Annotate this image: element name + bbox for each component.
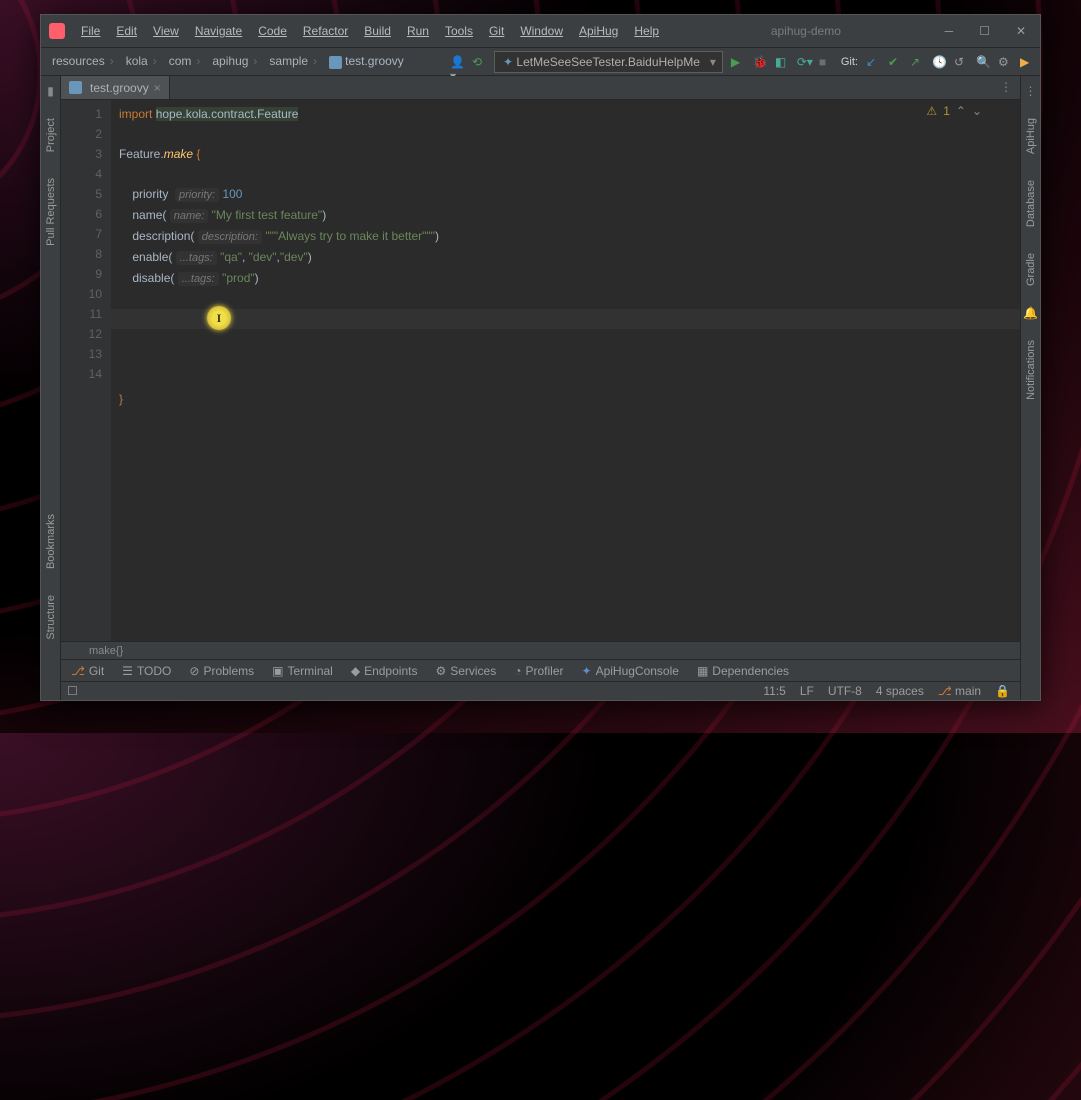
tab-close-button[interactable]: × bbox=[154, 81, 161, 95]
stop-button[interactable]: ■ bbox=[819, 55, 833, 69]
lock-icon[interactable]: 🔒 bbox=[995, 684, 1010, 698]
notifications-tool-button[interactable]: Notifications bbox=[1023, 334, 1039, 406]
encoding[interactable]: UTF-8 bbox=[828, 684, 862, 698]
tab-options-button[interactable]: ⋮ bbox=[992, 76, 1020, 99]
toolwindow-toggle-button[interactable]: ☐ bbox=[67, 684, 78, 698]
menu-file[interactable]: File bbox=[73, 18, 108, 44]
bottom-toolwindow-bar: ⎇ Git ☰ TODO ⊘ Problems ▣ Terminal ◆ End… bbox=[61, 659, 1020, 681]
crumb-resources[interactable]: resources bbox=[47, 52, 119, 70]
line-sep[interactable]: LF bbox=[800, 684, 814, 698]
crumb-com[interactable]: com bbox=[164, 52, 206, 70]
menu-code[interactable]: Code bbox=[250, 18, 295, 44]
git-label: Git: bbox=[841, 56, 858, 68]
code-content[interactable]: import hope.kola.contract.Feature Featur… bbox=[111, 100, 1020, 641]
line-gutter: 1234567891011121314 bbox=[61, 100, 111, 641]
profiler-toolwindow-button[interactable]: ◔ Profiler bbox=[514, 664, 563, 678]
breadcrumb: resources kola com apihug sample test.gr… bbox=[47, 52, 409, 70]
bookmarks-tool-button[interactable]: Bookmarks bbox=[43, 508, 59, 575]
coverage-button[interactable]: ◧ bbox=[775, 55, 789, 69]
debug-button[interactable]: 🐞 bbox=[753, 55, 767, 69]
editor-tab[interactable]: test.groovy × bbox=[61, 76, 170, 99]
indent[interactable]: 4 spaces bbox=[876, 684, 924, 698]
crumb-apihug[interactable]: apihug bbox=[207, 52, 262, 70]
groovy-file-icon bbox=[329, 56, 342, 69]
menu-apihug[interactable]: ApiHug bbox=[571, 18, 626, 44]
plugin-icon[interactable]: ▶ bbox=[1020, 55, 1034, 69]
dependencies-toolwindow-button[interactable]: ▦ Dependencies bbox=[697, 664, 789, 678]
problems-toolwindow-button[interactable]: ⊘ Problems bbox=[189, 664, 254, 678]
menu-view[interactable]: View bbox=[145, 18, 187, 44]
menu-run[interactable]: Run bbox=[399, 18, 437, 44]
crumb-sample[interactable]: sample bbox=[264, 52, 322, 70]
todo-toolwindow-button[interactable]: ☰ TODO bbox=[122, 664, 171, 678]
structure-tool-button[interactable]: Structure bbox=[43, 589, 59, 646]
git-update-button[interactable]: ↙ bbox=[866, 55, 880, 69]
gradle-tool-button[interactable]: Gradle bbox=[1023, 247, 1039, 292]
editor-tabs: test.groovy × ⋮ bbox=[61, 76, 1020, 100]
run-button[interactable]: ▶ bbox=[731, 55, 745, 69]
structure-crumb[interactable]: make{} bbox=[61, 641, 1020, 659]
search-everywhere-button[interactable]: 🔍 bbox=[976, 55, 990, 69]
build-icon[interactable]: ⟲ bbox=[472, 55, 486, 69]
terminal-toolwindow-button[interactable]: ▣ Terminal bbox=[272, 664, 333, 678]
git-branch[interactable]: ⎇ main bbox=[938, 684, 981, 698]
window-title: apihug-demo bbox=[667, 24, 945, 38]
git-history-button[interactable]: 🕓 bbox=[932, 55, 946, 69]
maximize-button[interactable]: ☐ bbox=[979, 24, 990, 38]
menu-edit[interactable]: Edit bbox=[108, 18, 145, 44]
endpoints-toolwindow-button[interactable]: ◆ Endpoints bbox=[351, 664, 418, 678]
services-toolwindow-button[interactable]: ⚙ Services bbox=[435, 664, 496, 678]
pullrequests-tool-button[interactable]: Pull Requests bbox=[43, 172, 59, 252]
groovy-file-icon bbox=[69, 81, 82, 94]
menu-bar: File Edit View Navigate Code Refactor Bu… bbox=[73, 18, 667, 44]
menu-window[interactable]: Window bbox=[512, 18, 571, 44]
crumb-kola[interactable]: kola bbox=[121, 52, 162, 70]
notifications-icon[interactable]: 🔔 bbox=[1023, 306, 1038, 320]
crumb-file[interactable]: test.groovy bbox=[324, 52, 409, 70]
next-highlight-button[interactable]: ⌄ bbox=[972, 104, 982, 118]
prev-highlight-button[interactable]: ⌃ bbox=[956, 104, 966, 118]
git-push-button[interactable]: ↗ bbox=[910, 55, 924, 69]
minimize-button[interactable]: ─ bbox=[945, 24, 954, 38]
settings-button[interactable]: ⚙ bbox=[998, 55, 1012, 69]
right-options-icon[interactable]: ⋮ bbox=[1025, 84, 1037, 98]
menu-help[interactable]: Help bbox=[626, 18, 667, 44]
left-toolwindow-bar: ▮ Project Pull Requests Bookmarks Struct… bbox=[41, 76, 61, 700]
status-bar: ☐ 11:5 LF UTF-8 4 spaces ⎇ main 🔒 bbox=[61, 681, 1020, 700]
tab-label: test.groovy bbox=[90, 81, 149, 95]
inspection-indicator[interactable]: ⚠ 1 ⌃ ⌄ bbox=[926, 104, 982, 118]
right-toolwindow-bar: ⋮ ApiHug Database Gradle 🔔 Notifications bbox=[1020, 76, 1040, 700]
code-editor[interactable]: 1234567891011121314 import hope.kola.con… bbox=[61, 100, 1020, 641]
app-icon bbox=[49, 23, 65, 39]
database-tool-button[interactable]: Database bbox=[1023, 174, 1039, 233]
apihug-tool-button[interactable]: ApiHug bbox=[1023, 112, 1039, 160]
window-controls: ─ ☐ ✕ bbox=[945, 24, 1040, 38]
git-commit-button[interactable]: ✔ bbox=[888, 55, 902, 69]
git-toolwindow-button[interactable]: ⎇ Git bbox=[71, 664, 104, 678]
title-bar: File Edit View Navigate Code Refactor Bu… bbox=[41, 15, 1040, 48]
menu-git[interactable]: Git bbox=[481, 18, 512, 44]
ide-window: File Edit View Navigate Code Refactor Bu… bbox=[40, 14, 1041, 701]
run-config-selector[interactable]: ✦ LetMeSeeSeeTester.BaiduHelpMe bbox=[494, 51, 723, 73]
close-button[interactable]: ✕ bbox=[1016, 24, 1026, 38]
cursor-position[interactable]: 11:5 bbox=[763, 684, 785, 698]
git-revert-button[interactable]: ↺ bbox=[954, 55, 968, 69]
menu-refactor[interactable]: Refactor bbox=[295, 18, 356, 44]
menu-navigate[interactable]: Navigate bbox=[187, 18, 250, 44]
more-run-button[interactable]: ⟳▾ bbox=[797, 55, 811, 69]
add-user-icon[interactable]: 👤▾ bbox=[450, 55, 464, 69]
cursor-highlight-icon: I bbox=[207, 306, 231, 330]
navigation-toolbar: resources kola com apihug sample test.gr… bbox=[41, 48, 1040, 76]
project-collapse-icon[interactable]: ▮ bbox=[47, 84, 54, 98]
editor-body: ▮ Project Pull Requests Bookmarks Struct… bbox=[41, 76, 1040, 700]
menu-tools[interactable]: Tools bbox=[437, 18, 481, 44]
menu-build[interactable]: Build bbox=[356, 18, 399, 44]
warning-icon: ⚠ bbox=[926, 104, 937, 118]
apihugconsole-toolwindow-button[interactable]: ✦ ApiHugConsole bbox=[582, 664, 679, 678]
editor-area: test.groovy × ⋮ 1234567891011121314 impo… bbox=[61, 76, 1020, 700]
project-tool-button[interactable]: Project bbox=[43, 112, 59, 158]
